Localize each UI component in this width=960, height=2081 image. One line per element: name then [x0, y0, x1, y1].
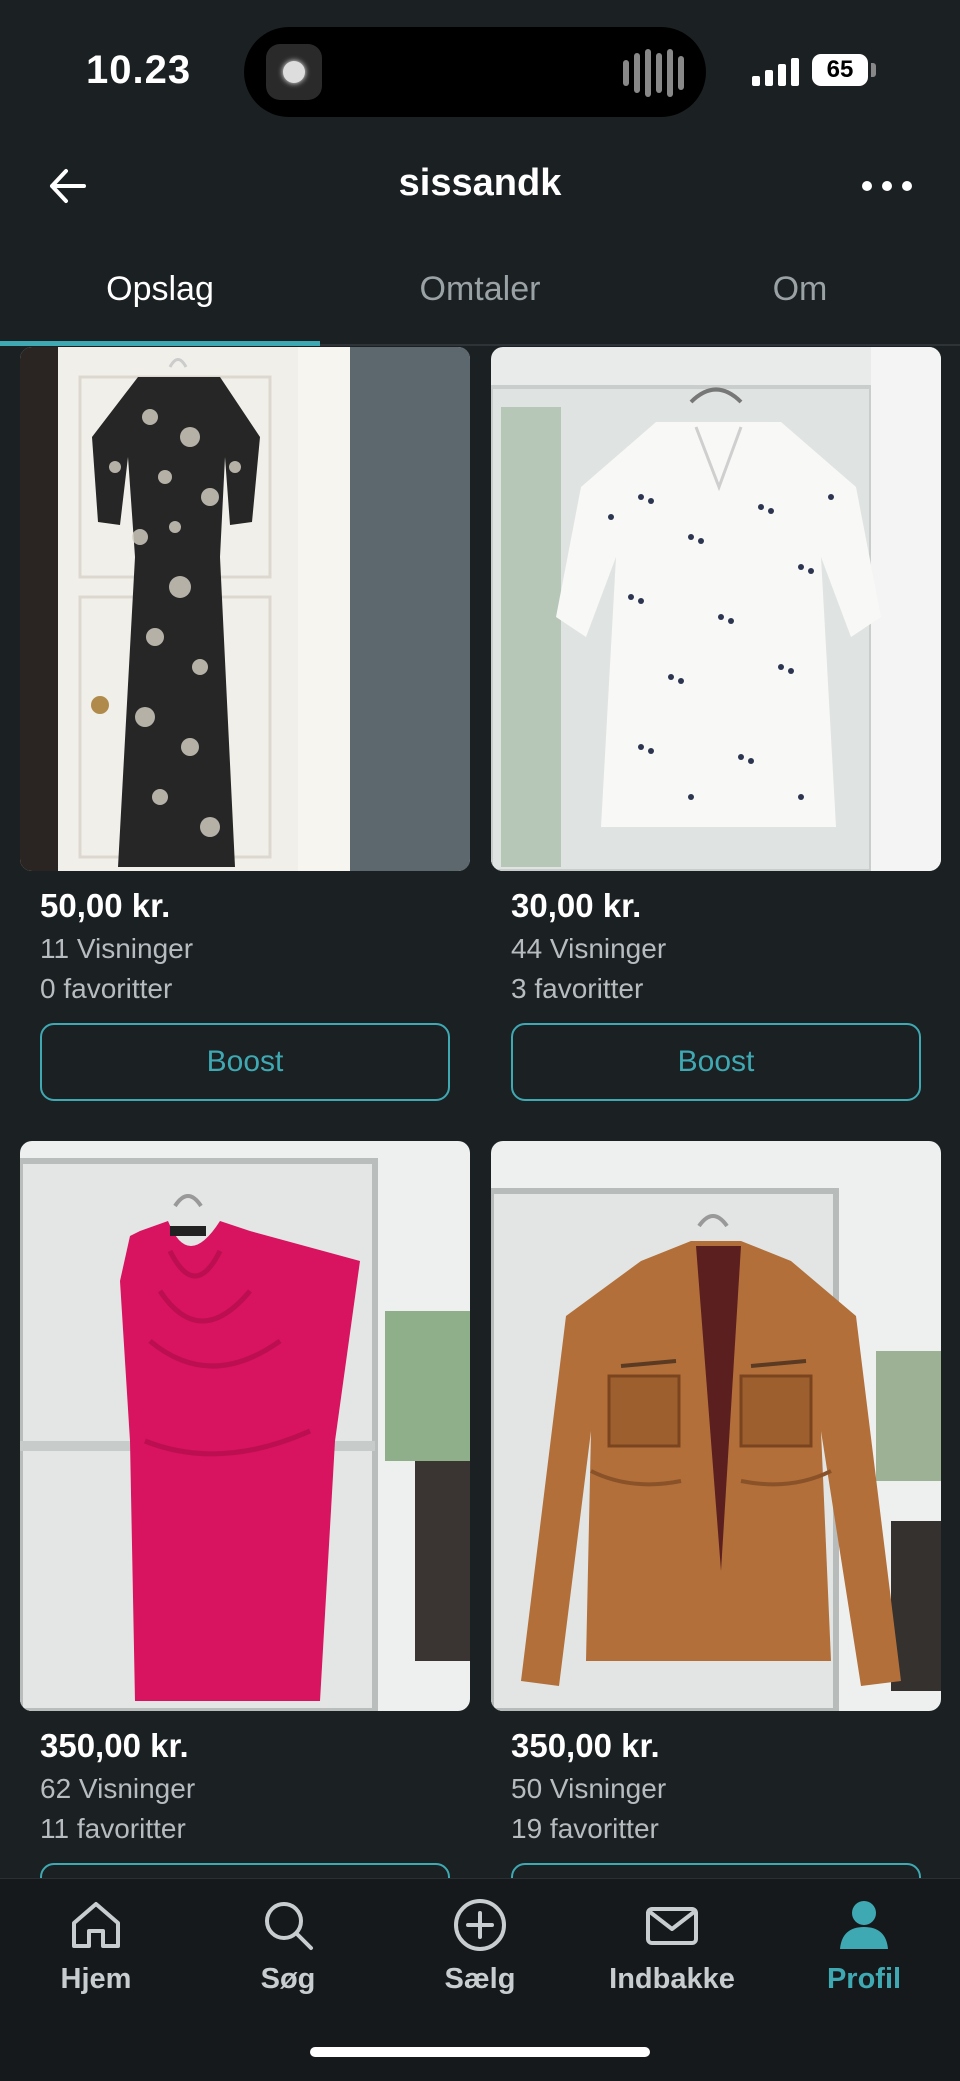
nav-item-profil[interactable]: Profil: [768, 1895, 960, 1996]
boost-button[interactable]: Boost: [40, 1023, 450, 1101]
search-icon: [265, 1902, 313, 1950]
tab-om[interactable]: Om: [640, 270, 960, 309]
profile-header: sissandk: [0, 140, 960, 250]
more-options-icon[interactable]: [862, 166, 922, 206]
listing-photo-pink-dress[interactable]: [20, 1141, 470, 1711]
live-activity-icon: [266, 44, 322, 100]
cellular-signal-icon: [752, 56, 799, 86]
battery-icon: 65: [812, 54, 868, 86]
listing-views: 50 Visninger: [511, 1773, 667, 1804]
listing-views: 62 Visninger: [40, 1773, 196, 1804]
tab-omtaler[interactable]: Omtaler: [320, 270, 640, 309]
listing-favorites: 19 favoritter: [511, 1813, 659, 1844]
listing-favorites: 3 favoritter: [511, 973, 644, 1004]
listing-price: 30,00 kr.: [511, 887, 642, 924]
listing-favorites: 0 favoritter: [40, 973, 173, 1004]
audio-waveform-icon: [623, 49, 684, 97]
profile-icon: [840, 1901, 888, 1949]
listing-card[interactable]: 50,00 kr. 11 Visninger 0 favoritter Boos…: [20, 347, 470, 1101]
listing-card[interactable]: 30,00 kr. 44 Visninger 3 favoritter Boos…: [491, 347, 941, 1101]
status-bar: 10.23 65: [0, 0, 960, 140]
home-icon: [72, 1902, 120, 1948]
listing-photo-leather-jacket[interactable]: [491, 1141, 941, 1711]
nav-label: Søg: [260, 1963, 316, 1995]
listing-price: 50,00 kr.: [40, 887, 171, 924]
plus-circle-icon: [454, 1899, 506, 1951]
nav-item-hjem[interactable]: Hjem: [0, 1895, 192, 1996]
nav-label: Sælg: [444, 1963, 516, 1995]
listing-photo-white-blouse[interactable]: [491, 347, 941, 871]
listing-photo-black-paisley-dress[interactable]: [20, 347, 470, 871]
status-time: 10.23: [86, 48, 192, 92]
listing-favorites: 11 favoritter: [40, 1813, 186, 1844]
nav-label: Indbakke: [609, 1963, 735, 1995]
nav-item-sog[interactable]: Søg: [192, 1895, 384, 1996]
listing-views: 11 Visninger: [40, 933, 194, 964]
profile-tabs: Opslag Omtaler Om: [0, 250, 960, 346]
battery-cap: [871, 63, 876, 77]
nav-label: Hjem: [60, 1963, 132, 1995]
boost-button[interactable]: Boost: [511, 1023, 921, 1101]
nav-label: Profil: [826, 1963, 902, 1995]
tab-opslag[interactable]: Opslag: [0, 270, 320, 309]
listing-price: 350,00 kr.: [511, 1727, 660, 1764]
page-title: sissandk: [398, 162, 562, 204]
nav-item-saelg[interactable]: Sælg: [384, 1895, 576, 1996]
dynamic-island: [244, 27, 706, 117]
nav-item-indbakke[interactable]: Indbakke: [576, 1895, 768, 1996]
home-indicator[interactable]: [310, 2047, 650, 2057]
active-tab-indicator: [0, 341, 320, 346]
listing-card[interactable]: 350,00 kr. 50 Visninger 19 favoritter Bo…: [491, 1141, 941, 1941]
listing-price: 350,00 kr.: [40, 1727, 189, 1764]
mail-icon: [646, 1907, 698, 1945]
listing-card[interactable]: 350,00 kr. 62 Visninger 11 favoritter Bo…: [20, 1141, 470, 1941]
listing-views: 44 Visninger: [511, 933, 667, 964]
